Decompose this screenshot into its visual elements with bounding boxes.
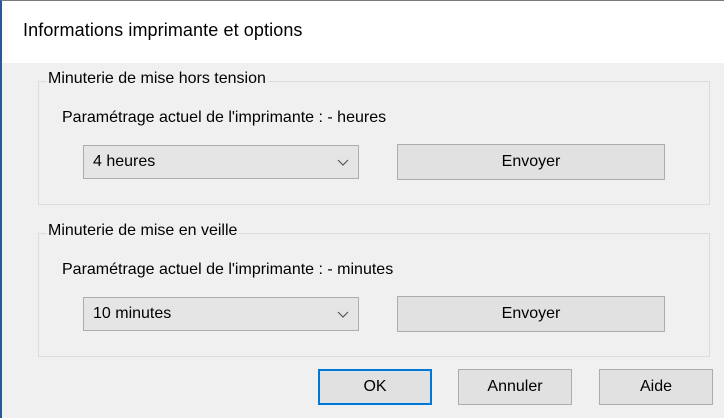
power-off-current-setting: Paramétrage actuel de l'imprimante : - h…	[62, 109, 387, 126]
sleep-send-button[interactable]: Envoyer	[397, 296, 665, 332]
power-off-timer-legend: Minuterie de mise hors tension	[46, 70, 268, 88]
help-button[interactable]: Aide	[599, 369, 713, 405]
cancel-button[interactable]: Annuler	[458, 369, 572, 405]
printer-options-dialog: Informations imprimante et options Minut…	[0, 0, 724, 418]
ok-button[interactable]: OK	[318, 369, 432, 405]
chevron-down-icon	[337, 311, 349, 318]
sleep-selected-value: 10 minutes	[93, 305, 172, 322]
power-off-send-button[interactable]: Envoyer	[397, 144, 665, 180]
power-off-timer-group: Minuterie de mise hors tension Paramétra…	[38, 70, 710, 205]
sleep-timer-legend: Minuterie de mise en veille	[46, 222, 240, 240]
dialog-titlebar: Informations imprimante et options	[2, 1, 724, 63]
dialog-title: Informations imprimante et options	[23, 20, 303, 40]
sleep-timer-group: Minuterie de mise en veille Paramétrage …	[38, 222, 710, 357]
chevron-down-icon	[337, 159, 349, 166]
sleep-timer-select[interactable]: 10 minutes	[83, 297, 359, 331]
power-off-selected-value: 4 heures	[93, 153, 156, 170]
sleep-current-setting: Paramétrage actuel de l'imprimante : - m…	[62, 261, 394, 278]
power-off-timer-select[interactable]: 4 heures	[83, 145, 359, 179]
